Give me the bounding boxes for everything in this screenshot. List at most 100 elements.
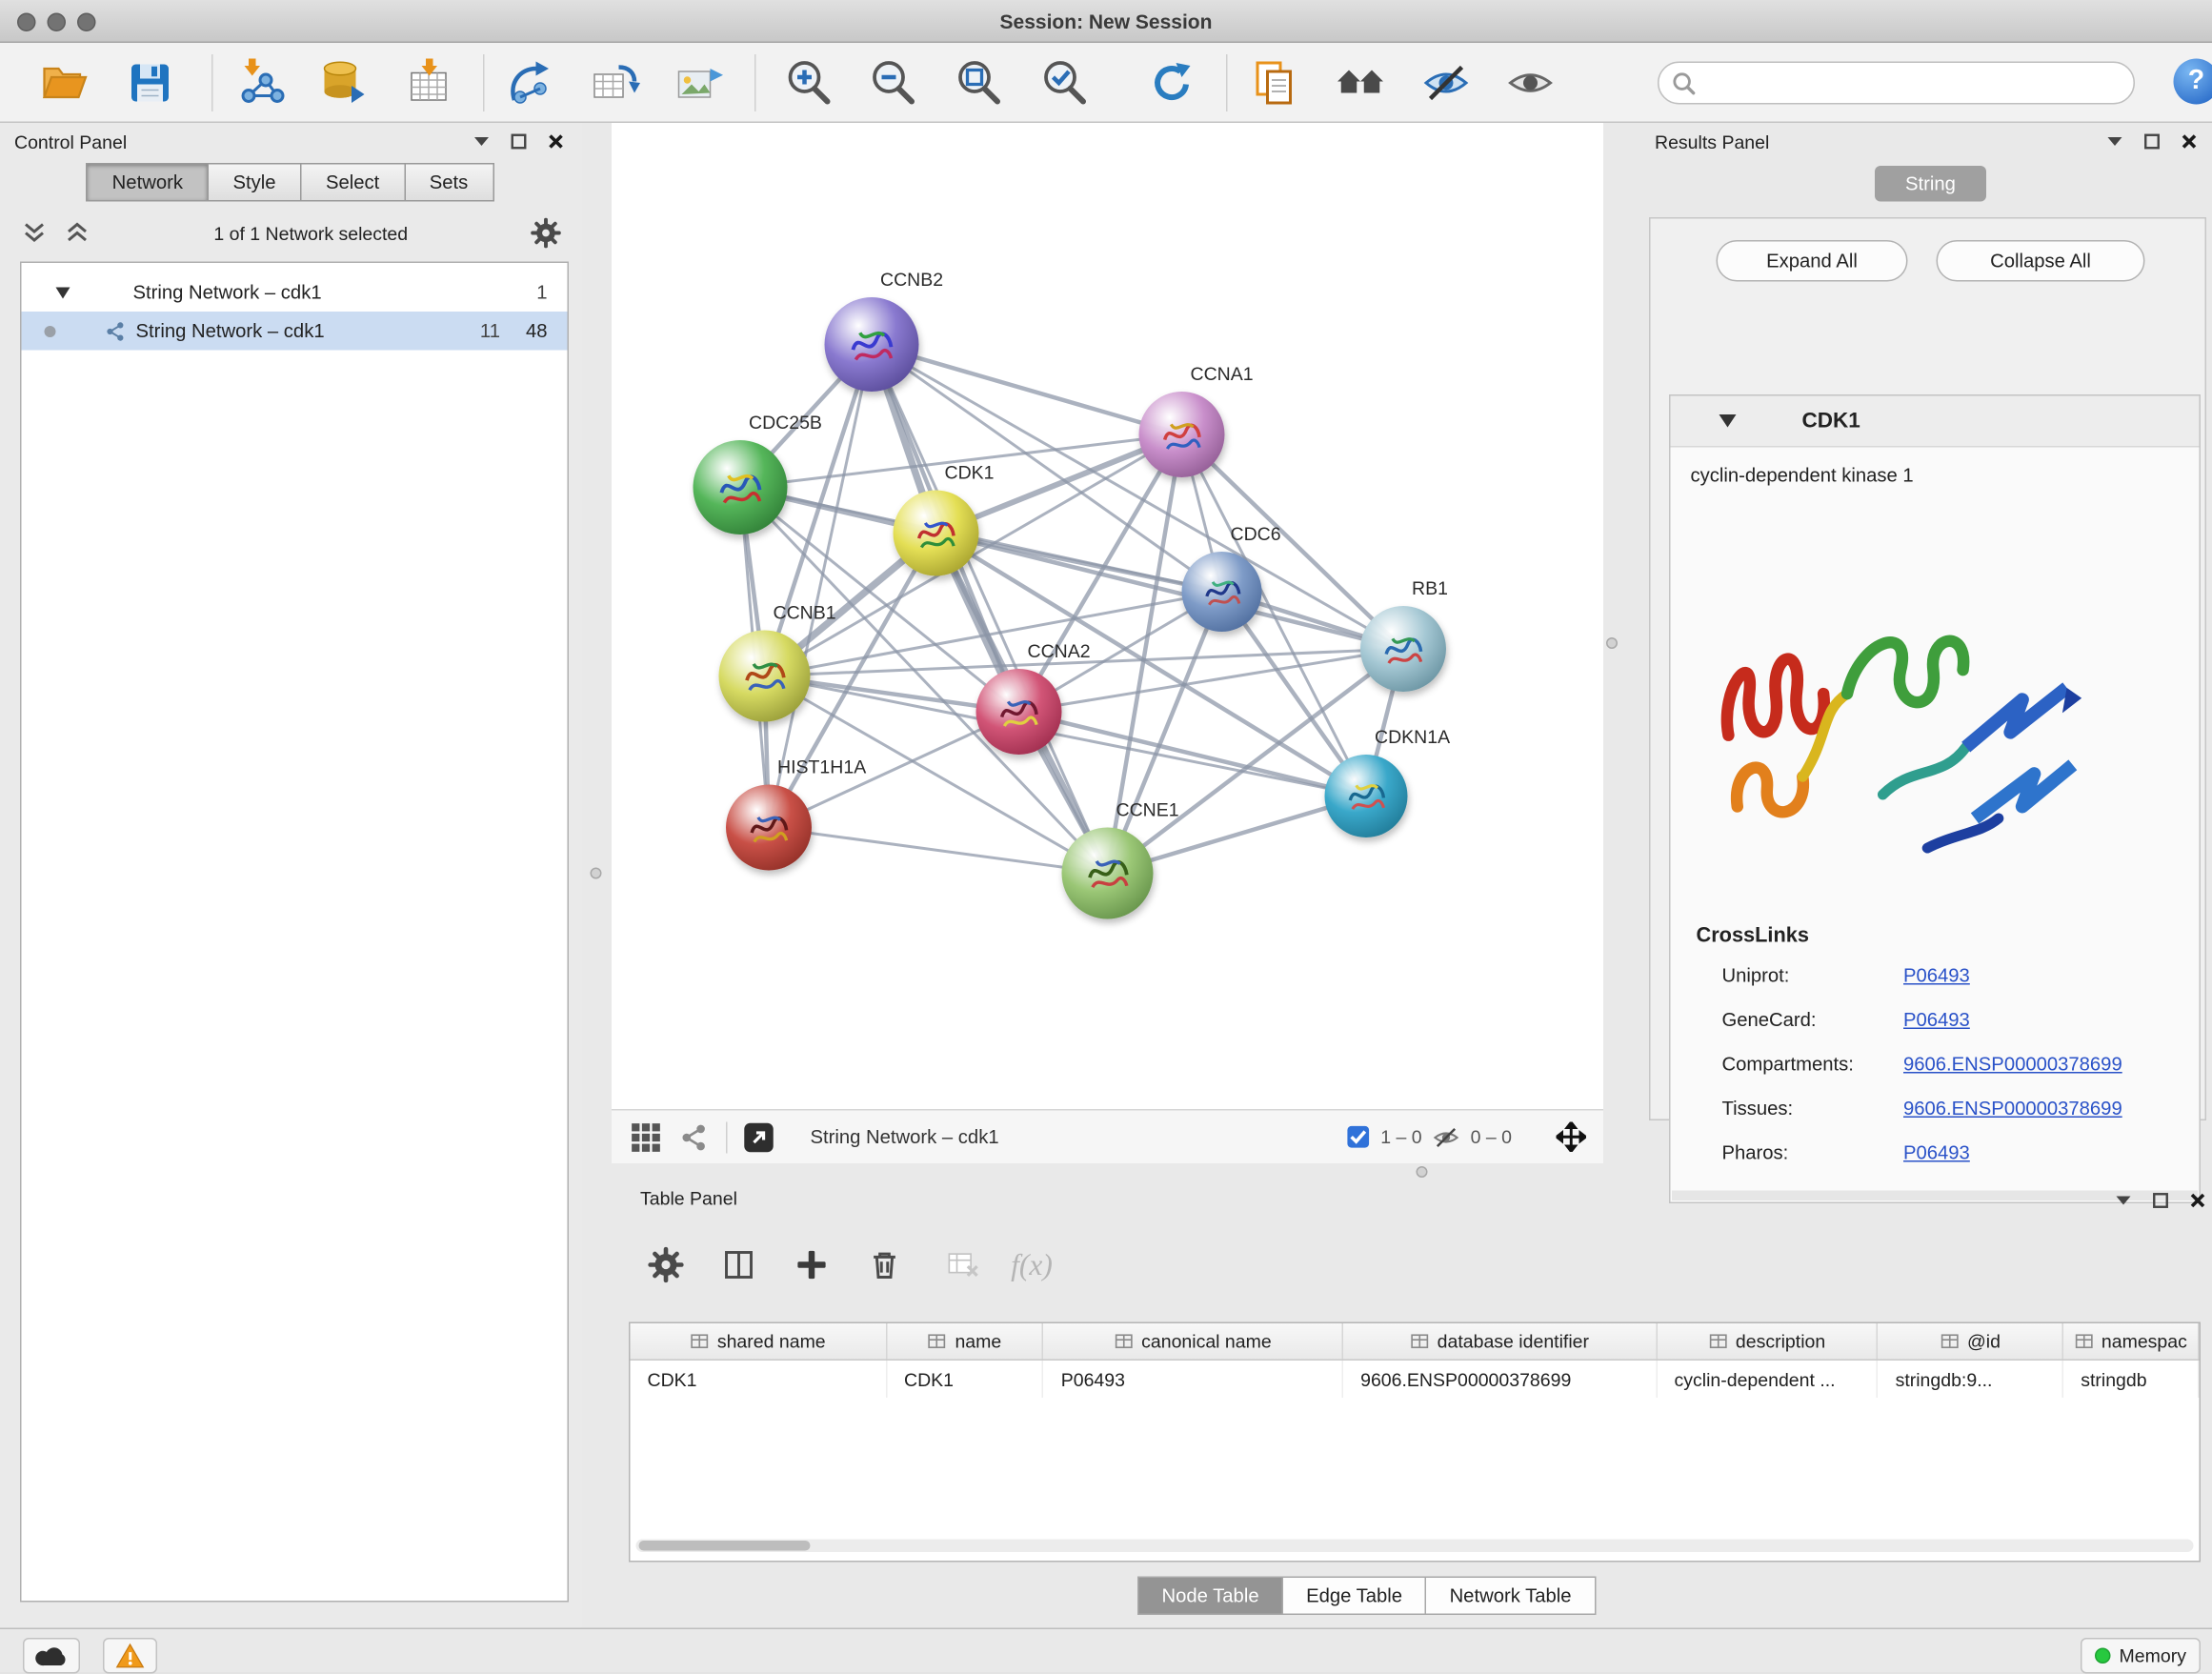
network-edge[interactable] [872, 345, 1108, 874]
zoom-fit-button[interactable] [954, 57, 1005, 109]
panel-close-button[interactable] [2178, 131, 2201, 153]
network-row[interactable]: String Network – cdk1 11 48 [22, 312, 568, 351]
column-header-id[interactable]: @id [1879, 1323, 2064, 1360]
fullscreen-window-button[interactable] [77, 13, 96, 32]
close-window-button[interactable] [17, 13, 36, 32]
crosslink-link[interactable]: P06493 [1903, 1142, 1970, 1164]
gear-icon[interactable] [531, 217, 562, 249]
duplicate-document-button[interactable] [1249, 57, 1300, 109]
move-crosshair-icon[interactable] [1557, 1122, 1587, 1153]
gene-section-header[interactable]: CDK1 [1671, 396, 2200, 448]
table-cell[interactable]: CDK1 [887, 1361, 1044, 1398]
new-network-button[interactable] [506, 57, 557, 109]
cloud-status-button[interactable] [23, 1638, 80, 1674]
tab-select[interactable]: Select [300, 163, 405, 202]
network-node-hist1h1a[interactable] [726, 785, 812, 871]
network-canvas[interactable]: CCNB2CCNA1CDC25BCDK1CDC6RB1CCNB1CCNA2CDK… [612, 123, 1603, 1109]
vertical-splitter-handle[interactable] [591, 868, 602, 879]
save-session-button[interactable] [125, 57, 176, 109]
table-cell[interactable]: CDK1 [631, 1361, 888, 1398]
memory-button[interactable]: Memory [2081, 1638, 2201, 1674]
crosslink-link[interactable]: 9606.ENSP00000378699 [1903, 1098, 2122, 1119]
birdseye-toggle-button[interactable] [742, 1119, 776, 1154]
column-header-canonical-name[interactable]: canonical name [1044, 1323, 1343, 1360]
tab-network-table[interactable]: Network Table [1425, 1577, 1596, 1616]
network-node-ccnb2[interactable] [825, 297, 919, 392]
create-column-button[interactable] [791, 1243, 834, 1286]
panel-collapse-button[interactable] [2103, 131, 2126, 153]
panel-collapse-button[interactable] [471, 131, 493, 153]
tab-string[interactable]: String [1875, 166, 1986, 202]
zoom-selected-button[interactable] [1039, 57, 1091, 109]
network-node-cdc6[interactable] [1182, 552, 1262, 632]
selected-checkbox-icon[interactable] [1346, 1125, 1371, 1150]
network-node-ccna2[interactable] [976, 669, 1062, 755]
crosslink-link[interactable]: P06493 [1903, 965, 1970, 987]
zoom-in-button[interactable] [783, 57, 835, 109]
column-header-database-identifier[interactable]: database identifier [1343, 1323, 1657, 1360]
disclosure-triangle-icon[interactable] [1719, 414, 1737, 428]
collapse-all-icon[interactable] [20, 219, 49, 248]
collapse-all-button[interactable]: Collapse All [1937, 240, 2145, 282]
minimize-window-button[interactable] [48, 13, 67, 32]
network-collection-row[interactable]: String Network – cdk1 1 [22, 273, 568, 313]
grid-view-button[interactable] [629, 1119, 663, 1154]
function-builder-button[interactable]: f(x) [1000, 1243, 1063, 1286]
network-node-ccne1[interactable] [1062, 828, 1154, 919]
panel-collapse-button[interactable] [2112, 1189, 2135, 1212]
network-node-cdk1[interactable] [894, 491, 979, 576]
show-all-button[interactable] [1505, 57, 1557, 109]
crosslink-link[interactable]: P06493 [1903, 1009, 1970, 1031]
search-input[interactable] [1702, 66, 2125, 100]
apply-layout-button[interactable] [1146, 57, 1197, 109]
network-node-ccnb1[interactable] [719, 631, 811, 722]
tab-network[interactable]: Network [87, 163, 209, 202]
search-box[interactable] [1658, 62, 2135, 105]
export-image-button[interactable] [674, 57, 725, 109]
disclosure-triangle-icon[interactable] [56, 287, 70, 298]
panel-float-button[interactable] [2149, 1189, 2172, 1212]
vertical-splitter-handle[interactable] [1606, 637, 1618, 649]
horizontal-splitter-handle[interactable] [1417, 1166, 1428, 1178]
open-session-button[interactable] [39, 57, 90, 109]
column-header-shared-name[interactable]: shared name [631, 1323, 888, 1360]
table-hscrollbar-track[interactable] [636, 1540, 2194, 1553]
table-row[interactable]: CDK1CDK1P064939606.ENSP00000378699cyclin… [631, 1361, 2200, 1398]
import-network-from-database-button[interactable] [317, 57, 369, 109]
network-node-cdc25b[interactable] [694, 440, 788, 534]
column-header-namespac[interactable]: namespac [2063, 1323, 2199, 1360]
network-edge[interactable] [769, 828, 1108, 874]
hidden-eye-slash-icon[interactable] [1432, 1122, 1460, 1151]
expand-all-button[interactable]: Expand All [1717, 240, 1908, 282]
tab-node-table[interactable]: Node Table [1137, 1577, 1283, 1616]
export-table-button[interactable] [589, 57, 640, 109]
tab-style[interactable]: Style [207, 163, 301, 202]
warnings-button[interactable] [103, 1638, 157, 1674]
network-node-cdkn1a[interactable] [1325, 755, 1408, 837]
delete-table-button[interactable] [942, 1243, 985, 1286]
network-node-rb1[interactable] [1360, 606, 1446, 692]
network-node-ccna1[interactable] [1139, 392, 1225, 477]
panel-close-button[interactable] [2186, 1189, 2209, 1212]
table-cell[interactable]: stringdb [2063, 1361, 2199, 1398]
column-header-description[interactable]: description [1658, 1323, 1879, 1360]
panel-close-button[interactable] [545, 131, 568, 153]
table-settings-button[interactable] [645, 1243, 688, 1286]
select-first-neighbors-button[interactable] [1335, 57, 1386, 109]
crosslink-link[interactable]: 9606.ENSP00000378699 [1903, 1054, 2122, 1076]
table-cell[interactable]: cyclin-dependent ... [1657, 1361, 1878, 1398]
tab-sets[interactable]: Sets [404, 163, 494, 202]
import-table-from-file-button[interactable] [403, 57, 454, 109]
panel-float-button[interactable] [2141, 131, 2163, 153]
delete-column-button[interactable] [863, 1243, 906, 1286]
expand-all-icon[interactable] [63, 219, 91, 248]
help-button[interactable]: ? [2174, 59, 2212, 105]
column-header-name[interactable]: name [887, 1323, 1044, 1360]
hide-selected-button[interactable] [1420, 57, 1472, 109]
import-network-from-file-button[interactable] [234, 57, 286, 109]
table-cell[interactable]: P06493 [1044, 1361, 1343, 1398]
table-hscrollbar-thumb[interactable] [639, 1541, 811, 1551]
table-cell[interactable]: stringdb:9... [1879, 1361, 2064, 1398]
panel-float-button[interactable] [508, 131, 531, 153]
network-overview-button[interactable] [677, 1119, 712, 1154]
